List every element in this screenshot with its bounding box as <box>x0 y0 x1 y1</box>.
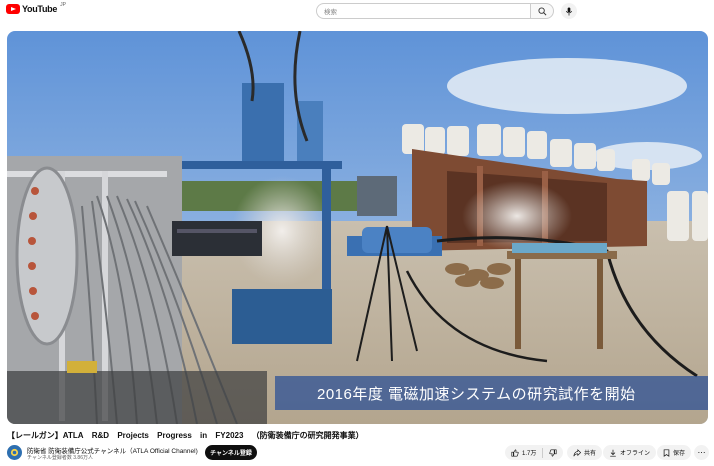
search-button[interactable] <box>530 3 554 19</box>
video-caption: 2016年度 電磁加速システムの研究試作を開始 <box>317 386 636 403</box>
masthead: YouTube JP 検索 <box>0 0 714 22</box>
video-frame <box>7 31 708 424</box>
title-part: R&D <box>91 431 110 440</box>
search-input[interactable]: 検索 <box>316 3 530 19</box>
more-horizontal-icon: ⋯ <box>697 448 706 457</box>
like-count: 1.7万 <box>522 451 537 457</box>
more-actions-button[interactable]: ⋯ <box>694 445 709 460</box>
voice-search-button[interactable] <box>561 3 577 19</box>
emblem-icon <box>10 448 19 457</box>
youtube-logo[interactable]: YouTube JP <box>6 2 66 14</box>
mic-icon <box>566 6 572 16</box>
title-part: FY2023 <box>215 431 244 440</box>
dislike-button[interactable] <box>549 448 557 457</box>
thumbs-down-icon <box>549 448 557 457</box>
like-button[interactable]: 1.7万 <box>511 448 536 457</box>
offline-label: オフライン <box>620 451 651 457</box>
thumbs-up-icon <box>511 448 519 457</box>
title-part: in <box>200 431 208 440</box>
pill-divider <box>542 447 544 458</box>
share-button[interactable]: 共有 <box>567 445 603 460</box>
title-part: Projects <box>117 431 149 440</box>
save-button[interactable]: 保存 <box>657 445 692 460</box>
title-part: （防衛装備庁の研究開発事業） <box>251 431 364 440</box>
title-part: 【レールガン】ATLA <box>7 431 84 440</box>
channel-avatar[interactable] <box>7 445 22 460</box>
logo-region: JP <box>60 2 66 8</box>
subscriber-count: チャンネル登録者数 3.86万人 <box>27 455 93 461</box>
bookmark-icon <box>663 448 670 457</box>
download-icon <box>610 449 616 457</box>
youtube-play-icon <box>6 4 20 14</box>
video-title: 【レールガン】ATLA R&D Projects Progress in FY2… <box>7 430 370 441</box>
search-icon <box>537 6 546 15</box>
share-icon <box>573 448 581 456</box>
offline-button[interactable]: オフライン <box>603 445 657 460</box>
title-part: Progress <box>157 431 192 440</box>
like-dislike-group: 1.7万 <box>505 445 564 460</box>
save-label: 保存 <box>673 451 686 457</box>
subscribe-button[interactable]: チャンネル登録 <box>205 445 257 460</box>
share-label: 共有 <box>584 451 597 457</box>
video-player[interactable]: 2016年度 電磁加速システムの研究試作を開始 <box>7 31 708 424</box>
logo-text: YouTube <box>22 4 58 14</box>
